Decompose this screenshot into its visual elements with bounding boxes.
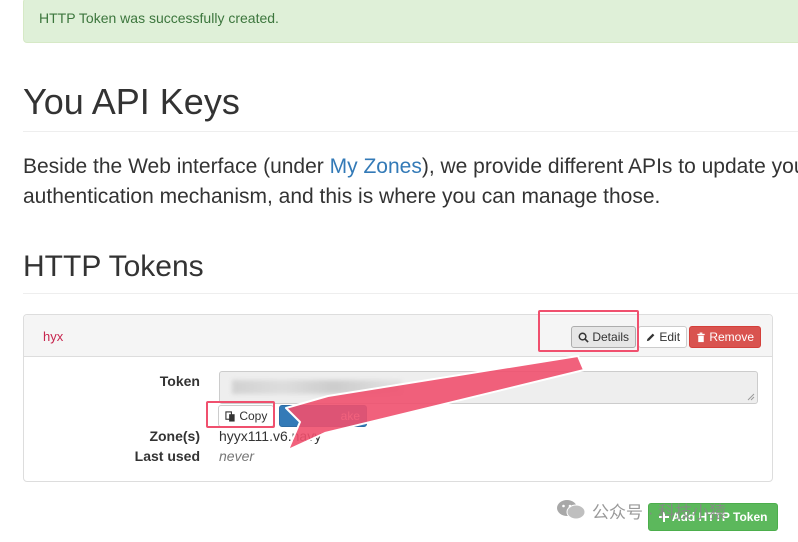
annotation-arrow [285,355,585,451]
wechat-icon [556,499,586,521]
watermark: 公众号 · 科技小猿 [556,498,726,522]
watermark-text: 公众号 · 科技小猿 [592,502,727,522]
